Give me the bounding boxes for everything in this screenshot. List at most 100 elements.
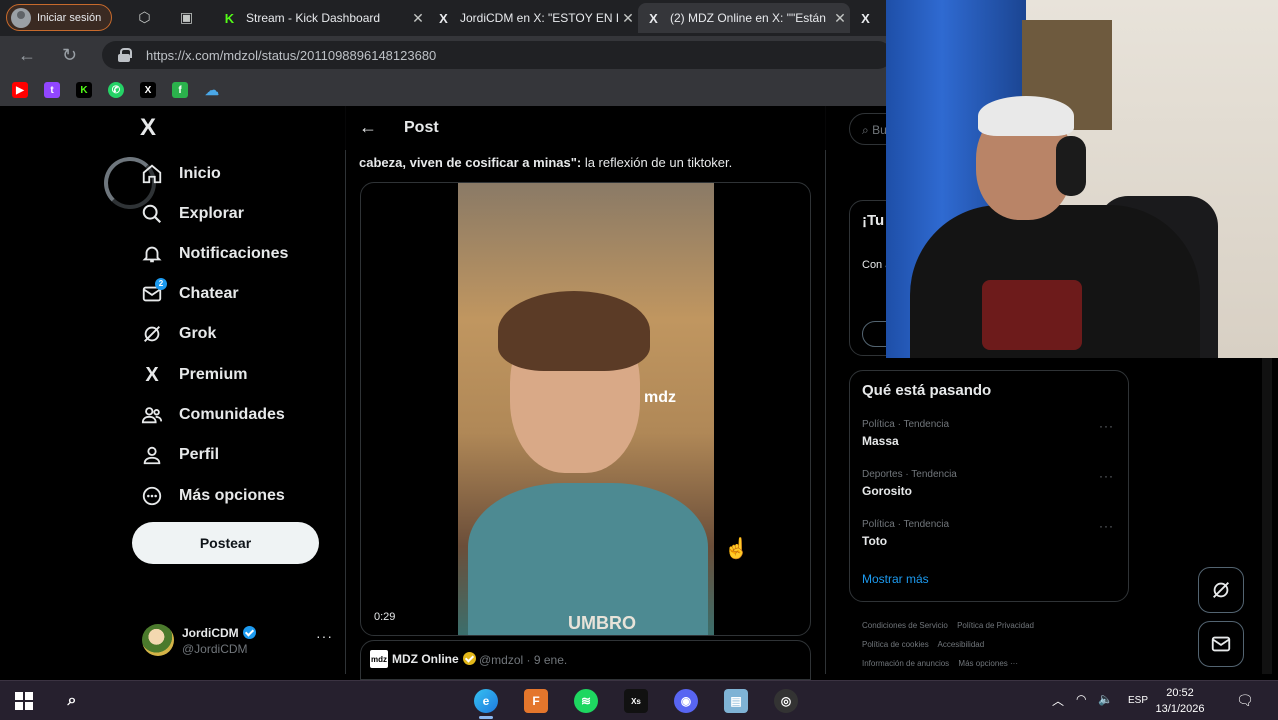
obs-icon[interactable]: ◎: [774, 689, 798, 713]
xsplit-icon[interactable]: Xs: [624, 689, 648, 713]
more-dots-icon[interactable]: ···: [1099, 519, 1114, 533]
nav-item-perfil[interactable]: Perfil: [140, 438, 219, 472]
footer-link[interactable]: Política de Privacidad: [957, 621, 1034, 630]
footer-link[interactable]: Política de cookies: [862, 640, 929, 649]
nav-label: Chatear: [179, 285, 239, 302]
footer-link[interactable]: Más opciones ···: [958, 659, 1018, 668]
nav-item-chatear[interactable]: 2 Chatear: [140, 277, 239, 311]
nav-item-explorar[interactable]: Explorar: [140, 197, 244, 231]
tab-close-icon[interactable]: ✕: [830, 10, 850, 27]
fl-studio-icon[interactable]: F: [524, 689, 548, 713]
twitch-icon[interactable]: t: [44, 82, 60, 98]
video-watermark: mdz: [644, 389, 676, 406]
footer-links: Condiciones de Servicio Política de Priv…: [862, 616, 1122, 673]
cam-cap: [978, 96, 1074, 136]
reload-icon[interactable]: ↻: [62, 45, 77, 65]
nav-item-notificaciones[interactable]: Notificaciones: [140, 237, 288, 271]
search-icon: ⌕: [862, 123, 869, 137]
notifications-icon[interactable]: 🗨: [1236, 692, 1254, 709]
discord-icon[interactable]: ◉: [674, 689, 698, 713]
tweet-text: cabeza, viven de cosificar a minas": la …: [359, 154, 814, 171]
tab-close-icon[interactable]: ✕: [618, 10, 638, 27]
messages-fab-button[interactable]: [1198, 621, 1244, 667]
quoted-post[interactable]: mdz MDZ Online @mdzol · 9 ene.: [360, 640, 811, 680]
nav-item-comunidades[interactable]: Comunidades: [140, 398, 285, 432]
tab-kick-dashboard[interactable]: K Stream - Kick Dashboard ✕: [214, 3, 428, 33]
account-name: JordiCDM: [182, 626, 239, 640]
tab-close-icon[interactable]: ✕: [408, 10, 428, 27]
footer-link[interactable]: Accesibilidad: [937, 640, 984, 649]
language-indicator[interactable]: ESP: [1128, 695, 1148, 706]
trend-item[interactable]: Deportes · Tendencia Gorosito ···: [862, 469, 1118, 505]
x-icon[interactable]: X: [140, 82, 156, 98]
account-name-row: JordiCDM: [182, 626, 256, 640]
quote-author-name: MDZ Online: [392, 652, 459, 666]
nav-label: Grok: [179, 325, 217, 342]
search-placeholder: Bu: [872, 123, 887, 137]
shirt-brand-text: UMBRO: [568, 613, 636, 633]
more-dots-icon[interactable]: ···: [1099, 419, 1114, 433]
trend-item[interactable]: Política · Tendencia Toto ···: [862, 519, 1118, 555]
nav-item-inicio[interactable]: Inicio: [140, 157, 221, 191]
kick-icon[interactable]: K: [76, 82, 92, 98]
trend-category: Política · Tendencia: [862, 519, 950, 530]
back-arrow-icon[interactable]: ←: [359, 117, 377, 138]
cam-shirt-print: [982, 280, 1082, 350]
footer-link[interactable]: Condiciones de Servicio: [862, 621, 948, 630]
x-favicon-icon: X: [439, 10, 448, 26]
windows-start-icon[interactable]: [12, 689, 36, 713]
feedly-icon[interactable]: f: [172, 82, 188, 98]
more-dots-icon[interactable]: ···: [316, 628, 333, 644]
spotify-icon[interactable]: ≋: [574, 689, 598, 713]
whatsapp-icon[interactable]: ✆: [108, 82, 124, 98]
search-icon[interactable]: ⌕: [60, 689, 84, 713]
chevron-up-icon[interactable]: ︿: [1052, 692, 1064, 709]
tab-x-extra[interactable]: X: [850, 3, 890, 33]
grok-fab-button[interactable]: [1198, 567, 1244, 613]
address-bar[interactable]: https://x.com/mdzol/status/2011098896148…: [102, 41, 892, 69]
cloud-icon[interactable]: ☁: [204, 82, 220, 98]
trend-item[interactable]: Política · Tendencia Massa ···: [862, 419, 1118, 455]
tab-title: JordiCDM en X: "ESTOY EN L: [460, 11, 618, 25]
notepad-icon[interactable]: ▤: [724, 689, 748, 713]
tab-title: Stream - Kick Dashboard: [246, 11, 381, 25]
nav-item-premium[interactable]: X Premium: [140, 358, 247, 392]
extensions-icon[interactable]: ⬡: [136, 9, 153, 26]
tab-title: (2) MDZ Online en X: ""Están: [670, 11, 826, 25]
clock-time: 20:52: [1166, 687, 1194, 699]
post-button[interactable]: Postear: [132, 522, 319, 564]
volume-icon[interactable]: 🔈: [1098, 692, 1113, 706]
taskbar-clock[interactable]: 20:52 13/1/2026: [1150, 685, 1210, 717]
chat-badge: 2: [155, 278, 167, 290]
home-icon: [140, 162, 164, 186]
nav-item-grok[interactable]: Grok: [140, 317, 216, 351]
verified-badge-icon: [242, 626, 256, 639]
cam-headphones: [1056, 136, 1086, 196]
nav-item-mas-opciones[interactable]: Más opciones: [140, 479, 285, 513]
wifi-icon[interactable]: ◠: [1076, 692, 1086, 706]
show-more-link[interactable]: Mostrar más: [862, 572, 929, 586]
x-logo[interactable]: X: [140, 114, 156, 142]
tab-jordicdm-x[interactable]: X JordiCDM en X: "ESTOY EN L ✕: [428, 3, 638, 33]
account-switcher[interactable]: JordiCDM @JordiCDM ···: [142, 624, 332, 660]
quote-name-row: MDZ Online: [392, 652, 476, 666]
url-text: https://x.com/mdzol/status/2011098896148…: [146, 47, 437, 63]
video-person-hair: [498, 291, 650, 371]
bookmarks-bar: ▶ t K ✆ X f ☁: [0, 74, 890, 106]
more-dots-icon[interactable]: ···: [1099, 469, 1114, 483]
signin-button[interactable]: Iniciar sesión: [6, 4, 113, 31]
edge-icon[interactable]: e: [474, 689, 498, 719]
back-arrow-icon[interactable]: ←: [18, 45, 36, 65]
youtube-icon[interactable]: ▶: [12, 82, 28, 98]
footer-link[interactable]: Información de anuncios: [862, 659, 949, 668]
trend-category: Política · Tendencia: [862, 419, 950, 430]
communities-icon: [140, 403, 164, 427]
video-timer: 0:29: [370, 610, 400, 624]
tab-overview-icon[interactable]: ▣: [178, 9, 195, 26]
tweet-video[interactable]: mdz UMBRO: [360, 182, 811, 636]
chat-icon: 2: [140, 278, 167, 306]
nav-label: Inicio: [179, 165, 221, 182]
profile-icon: [140, 443, 164, 467]
tab-mdz-online-x[interactable]: X (2) MDZ Online en X: ""Están ✕: [638, 3, 850, 33]
page-title: Post: [404, 119, 439, 136]
